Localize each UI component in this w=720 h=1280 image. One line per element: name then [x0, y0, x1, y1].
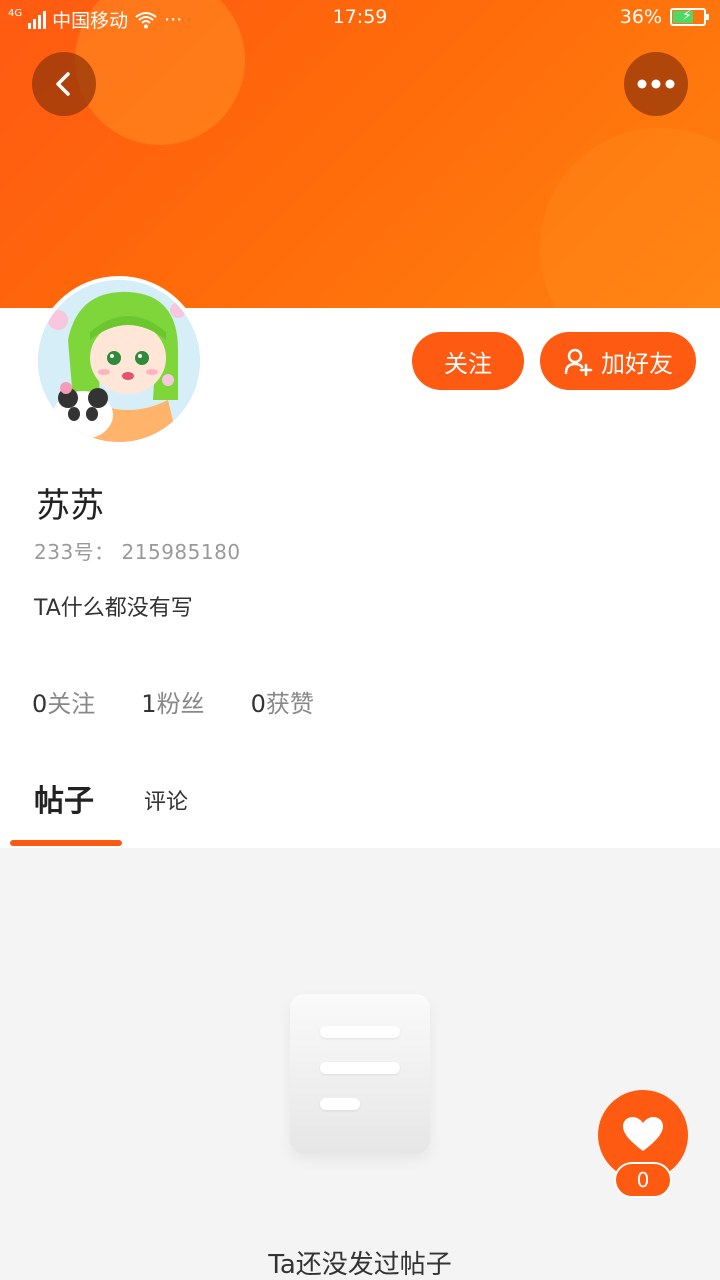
- fans-count: 1: [141, 690, 157, 718]
- like-count-badge: 0: [614, 1162, 672, 1198]
- following-count: 0: [32, 690, 48, 718]
- user-name: 苏苏: [36, 486, 104, 526]
- more-button[interactable]: [624, 52, 688, 116]
- battery-icon: ⚡: [670, 8, 709, 26]
- battery-percent: 36%: [619, 6, 662, 28]
- empty-document-icon: [290, 994, 430, 1154]
- profile-stats: 0关注 1粉丝 0获赞: [32, 684, 314, 719]
- follow-button[interactable]: 关注: [412, 332, 524, 390]
- add-friend-button[interactable]: 加好友: [540, 332, 696, 390]
- tab-comments[interactable]: 评论: [144, 784, 188, 816]
- likes-count: 0: [250, 690, 266, 718]
- heart-icon: [623, 1117, 663, 1151]
- likes-stat[interactable]: 0获赞: [251, 684, 314, 719]
- header-decoration: [540, 128, 720, 308]
- user-id: 233号： 215985180: [34, 540, 241, 564]
- follow-label: 关注: [444, 349, 492, 378]
- user-bio: TA什么都没有写: [34, 596, 193, 621]
- profile-header: 4G 中国移动 ··· 17:59 36% ⚡: [0, 0, 720, 308]
- following-stat[interactable]: 0关注: [32, 684, 95, 719]
- fans-label: 粉丝: [156, 690, 205, 718]
- tab-posts[interactable]: 帖子: [34, 776, 94, 820]
- chevron-left-icon: [56, 72, 70, 96]
- fans-stat[interactable]: 1粉丝: [141, 684, 204, 719]
- add-user-icon: [564, 348, 593, 376]
- profile-card: 关注 加好友 苏苏 233号： 215985180 TA什么都没有写 0关注 1…: [0, 276, 720, 848]
- following-label: 关注: [47, 690, 96, 718]
- clock: 17:59: [332, 6, 388, 28]
- avatar[interactable]: [34, 276, 204, 446]
- empty-state-text: Ta还没发过帖子: [268, 1250, 452, 1280]
- back-button[interactable]: [32, 52, 96, 116]
- avatar-illustration: [38, 280, 200, 442]
- more-horizontal-icon: [637, 79, 675, 89]
- likes-label: 获赞: [265, 690, 314, 718]
- profile-tabs: 帖子 评论: [0, 772, 720, 848]
- active-tab-indicator: [10, 840, 122, 846]
- status-bar: 4G 中国移动 ··· 17:59 36% ⚡: [0, 0, 720, 36]
- add-friend-label: 加好友: [601, 349, 673, 378]
